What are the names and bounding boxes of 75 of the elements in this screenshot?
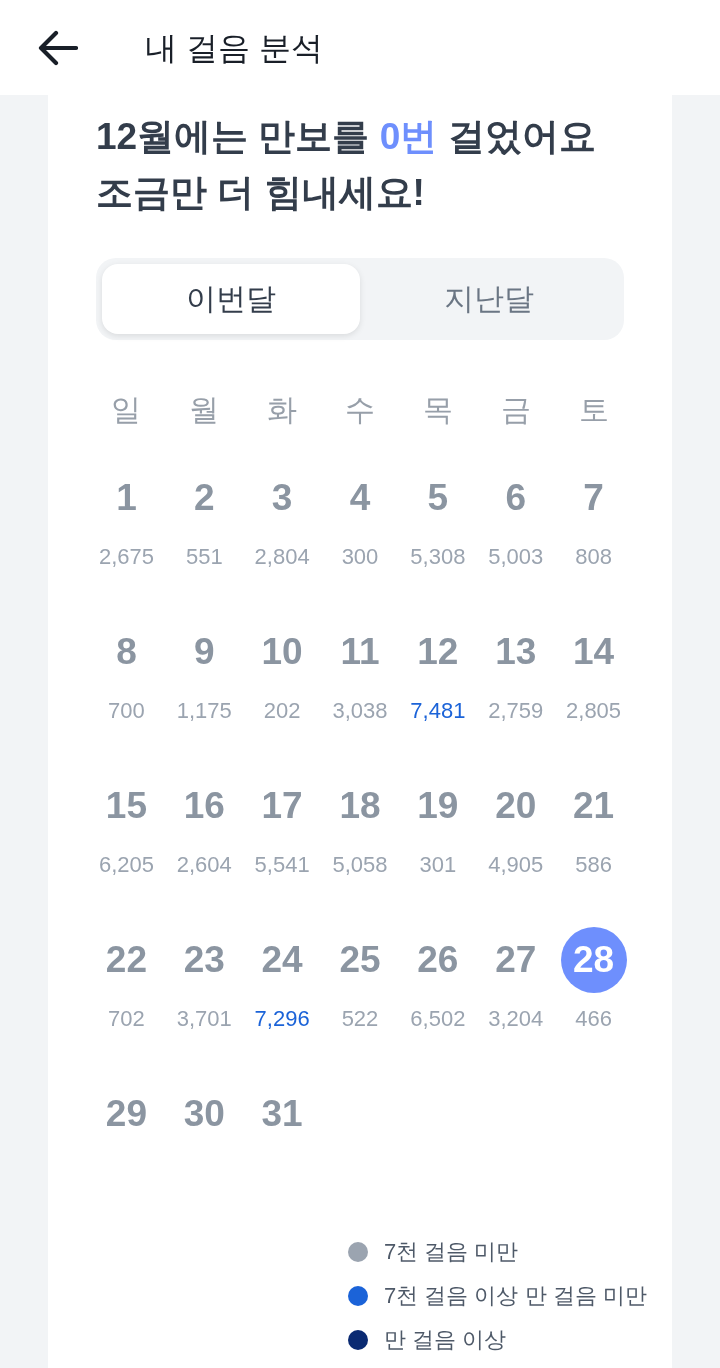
day-number[interactable]: 22: [103, 930, 149, 990]
day-number[interactable]: 14: [571, 622, 617, 682]
day-number[interactable]: 19: [415, 776, 461, 836]
step-count: 3,701: [176, 1005, 232, 1033]
day-number[interactable]: 25: [337, 930, 383, 990]
day-number[interactable]: 1: [114, 468, 139, 528]
arrow-left-icon: [38, 29, 78, 66]
day-number[interactable]: 10: [259, 622, 305, 682]
day-number[interactable]: 27: [493, 930, 539, 990]
step-count: 6,205: [98, 851, 154, 879]
step-count: 300: [341, 543, 379, 571]
month-tab[interactable]: 이번달: [102, 264, 360, 334]
weekday-label: 일: [111, 392, 142, 428]
legend-label: 7천 걸음 이상 만 걸음 미만: [384, 1282, 647, 1310]
step-count: 7,481: [410, 697, 466, 725]
step-count: 2,804: [254, 543, 310, 571]
day-number[interactable]: 2: [192, 468, 217, 528]
step-count: 5,003: [488, 543, 544, 571]
day-number[interactable]: 24: [259, 930, 305, 990]
step-count: 586: [575, 851, 612, 879]
headline: 12월에는 만보를 0번 걸었어요: [96, 115, 597, 159]
day-number[interactable]: 11: [338, 622, 382, 682]
step-count: 702: [108, 1005, 145, 1033]
step-count: 808: [575, 543, 612, 571]
day-number[interactable]: 7: [581, 468, 606, 528]
weekday-label: 금: [500, 392, 531, 428]
page-title: 내 걸음 분석: [145, 28, 323, 68]
day-number[interactable]: 30: [181, 1084, 227, 1144]
step-count: 5,308: [410, 543, 466, 571]
step-count: 2,759: [488, 697, 544, 725]
step-count: 466: [575, 1005, 612, 1033]
legend-label: 만 걸음 이상: [384, 1326, 507, 1354]
weekday-label: 수: [345, 392, 375, 428]
step-count: 7,296: [254, 1005, 310, 1033]
day-number[interactable]: 15: [103, 776, 149, 836]
step-count: 301: [419, 851, 457, 879]
day-number[interactable]: 21: [571, 776, 617, 836]
day-number[interactable]: 6: [503, 468, 528, 528]
month-tab[interactable]: 지난달: [360, 264, 618, 334]
day-number[interactable]: 31: [259, 1084, 305, 1144]
day-number[interactable]: 4: [347, 468, 373, 528]
day-number[interactable]: 8: [114, 622, 139, 682]
step-count: 6,502: [410, 1005, 466, 1033]
weekday-label: 목: [422, 392, 453, 428]
step-count: 1,175: [176, 697, 232, 725]
step-count: 700: [108, 697, 145, 725]
step-count: 3,038: [332, 697, 388, 725]
day-number[interactable]: 26: [415, 930, 461, 990]
day-number[interactable]: 5: [425, 468, 451, 528]
day-number[interactable]: 13: [493, 622, 539, 682]
day-number[interactable]: 12: [415, 622, 461, 682]
day-number[interactable]: 23: [181, 930, 227, 990]
step-count: 202: [263, 697, 301, 725]
encouragement-text: 조금만 더 힘내세요!: [96, 171, 426, 215]
day-number[interactable]: 17: [259, 776, 305, 836]
weekday-label: 토: [578, 392, 609, 428]
step-count: 2,805: [566, 697, 622, 725]
step-count: 522: [341, 1005, 379, 1033]
step-count: 551: [185, 543, 223, 571]
day-number[interactable]: 18: [337, 776, 383, 836]
day-number[interactable]: 3: [269, 468, 295, 528]
step-count: 3,204: [488, 1005, 544, 1033]
day-number[interactable]: 29: [103, 1084, 149, 1144]
step-count: 4,905: [488, 851, 544, 879]
weekday-label: 화: [267, 392, 298, 428]
step-count: 2,675: [98, 543, 154, 571]
step-count: 5,541: [254, 851, 310, 879]
day-number[interactable]: 9: [192, 622, 217, 682]
weekday-label: 월: [189, 392, 220, 428]
step-count: 2,604: [176, 851, 232, 879]
today-day-number[interactable]: 28: [560, 927, 627, 993]
day-number[interactable]: 16: [181, 776, 227, 836]
step-count: 5,058: [332, 851, 388, 879]
day-number[interactable]: 20: [493, 776, 539, 836]
legend-label: 7천 걸음 미만: [384, 1238, 519, 1266]
